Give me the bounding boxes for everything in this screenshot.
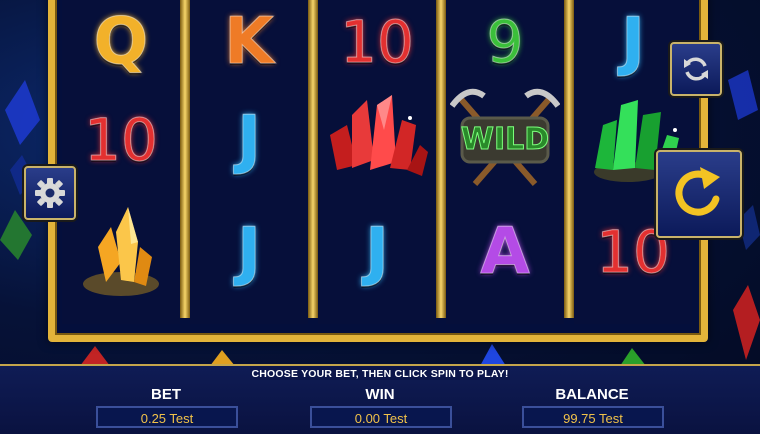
background-crystals-left: [0, 60, 45, 260]
symbol-a: A: [446, 198, 564, 306]
spin-arrow-icon: [675, 167, 720, 216]
symbol-label: J: [365, 215, 390, 289]
win-label: WIN: [365, 386, 395, 403]
autoplay-arrows-icon: [684, 57, 708, 81]
symbol-j: J: [318, 198, 436, 306]
reel-divider: [564, 0, 574, 318]
pickaxe-wild-icon: WILD: [449, 86, 561, 195]
symbol-j: J: [190, 86, 308, 194]
autoplay-button[interactable]: [670, 42, 722, 96]
symbol-label: J: [237, 103, 262, 177]
reel-divider: [180, 0, 190, 318]
bet-value[interactable]: 0.25 Test: [96, 406, 238, 428]
spin-button[interactable]: [656, 150, 742, 238]
symbol-10: 10: [318, 0, 436, 96]
balance-value: 99.75 Test: [522, 406, 664, 428]
footer-panel: CHOOSE YOUR BET, THEN CLICK SPIN TO PLAY…: [0, 364, 760, 434]
symbol-label: K: [224, 5, 275, 79]
reel-4: 9 WILD A: [446, 0, 564, 324]
symbol-label: J: [621, 5, 646, 79]
reel-area: Q 10 K J J 10 J 9 WILD A J 10: [62, 0, 694, 324]
symbol-wild: WILD: [446, 86, 564, 194]
symbol-q: Q: [62, 0, 180, 96]
orange-crystal-icon: [62, 198, 180, 306]
symbol-label: 9: [486, 8, 524, 76]
status-message: CHOOSE YOUR BET, THEN CLICK SPIN TO PLAY…: [251, 368, 509, 380]
reel-3: 10 J: [318, 0, 436, 324]
reel-divider: [308, 0, 318, 318]
red-crystal-icon: [318, 86, 436, 194]
balance-label: BALANCE: [555, 386, 629, 403]
symbol-label: 10: [84, 106, 159, 174]
gear-icon: [35, 178, 65, 208]
bet-label: BET: [151, 386, 181, 403]
symbol-label: J: [237, 215, 262, 289]
symbol-k: K: [190, 0, 308, 96]
symbol-10: 10: [62, 86, 180, 194]
win-value: 0.00 Test: [310, 406, 452, 428]
reel-2: KJJ: [190, 0, 308, 324]
reel-divider: [436, 0, 446, 318]
symbol-label: 10: [340, 8, 415, 76]
symbol-label: A: [480, 215, 531, 289]
symbol-j: J: [190, 198, 308, 306]
wild-label: WILD: [460, 121, 550, 157]
settings-button[interactable]: [24, 166, 76, 220]
reel-1: Q 10: [62, 0, 180, 324]
symbol-9: 9: [446, 0, 564, 96]
symbol-label: Q: [93, 5, 149, 79]
